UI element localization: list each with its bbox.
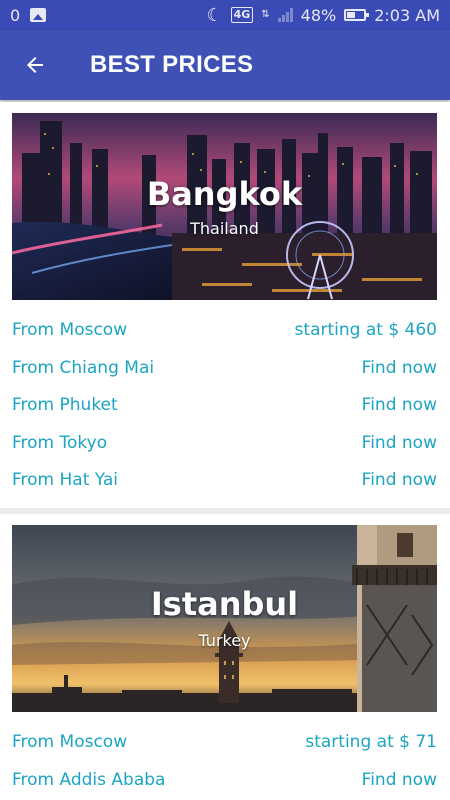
city-name: Istanbul [150,585,299,623]
destination-image-bangkok[interactable]: Bangkok Thailand [12,113,437,300]
route-origin: From Phuket [12,395,118,415]
signal-icon [277,8,293,22]
route-row[interactable]: From Moscow starting at $ 71 [12,724,437,760]
data-arrows-icon: ⇅ [261,9,270,20]
route-price: Find now [361,358,437,378]
route-price: Find now [361,395,437,415]
route-origin: From Moscow [12,320,128,340]
status-bar: 0 ☾ 4G ⇅ 48% 2:03 AM [0,0,450,30]
destination-card-bangkok: Bangkok Thailand From Moscow starting at… [0,102,450,508]
destination-image-istanbul[interactable]: Istanbul Turkey [12,525,437,712]
city-name: Bangkok [146,175,303,213]
app-bar: BEST PRICES [0,30,450,100]
destination-card-istanbul: Istanbul Turkey From Moscow starting at … [0,514,450,800]
battery-icon [344,9,370,21]
route-price: Find now [361,770,437,790]
route-price: Find now [361,433,437,453]
route-origin: From Chiang Mai [12,358,155,378]
destinations-list: Bangkok Thailand From Moscow starting at… [0,100,450,800]
notification-count: 0 [10,5,21,25]
route-origin: From Moscow [12,732,128,752]
route-row[interactable]: From Chiang Mai Find now [12,350,437,386]
route-row[interactable]: From Phuket Find now [12,387,437,423]
country-name: Turkey [198,631,251,650]
back-button[interactable] [0,30,70,100]
clock: 2:03 AM [374,5,440,25]
network-type-badge: 4G [230,7,254,23]
route-row[interactable]: From Hat Yai Find now [12,462,437,498]
route-price: starting at $ 71 [305,732,437,752]
do-not-disturb-icon: ☾ [206,4,223,26]
route-row[interactable]: From Moscow starting at $ 460 [12,312,437,348]
route-row[interactable]: From Tokyo Find now [12,425,437,461]
battery-percentage: 48% [300,5,337,25]
arrow-left-icon [27,57,43,73]
route-price: Find now [361,470,437,490]
route-origin: From Addis Ababa [12,770,166,790]
route-origin: From Tokyo [12,433,108,453]
route-row[interactable]: From Addis Ababa Find now [12,762,437,798]
gallery-icon [30,8,47,22]
page-title: BEST PRICES [90,51,254,78]
country-name: Thailand [190,219,259,238]
route-price: starting at $ 460 [294,320,437,340]
route-origin: From Hat Yai [12,470,118,490]
